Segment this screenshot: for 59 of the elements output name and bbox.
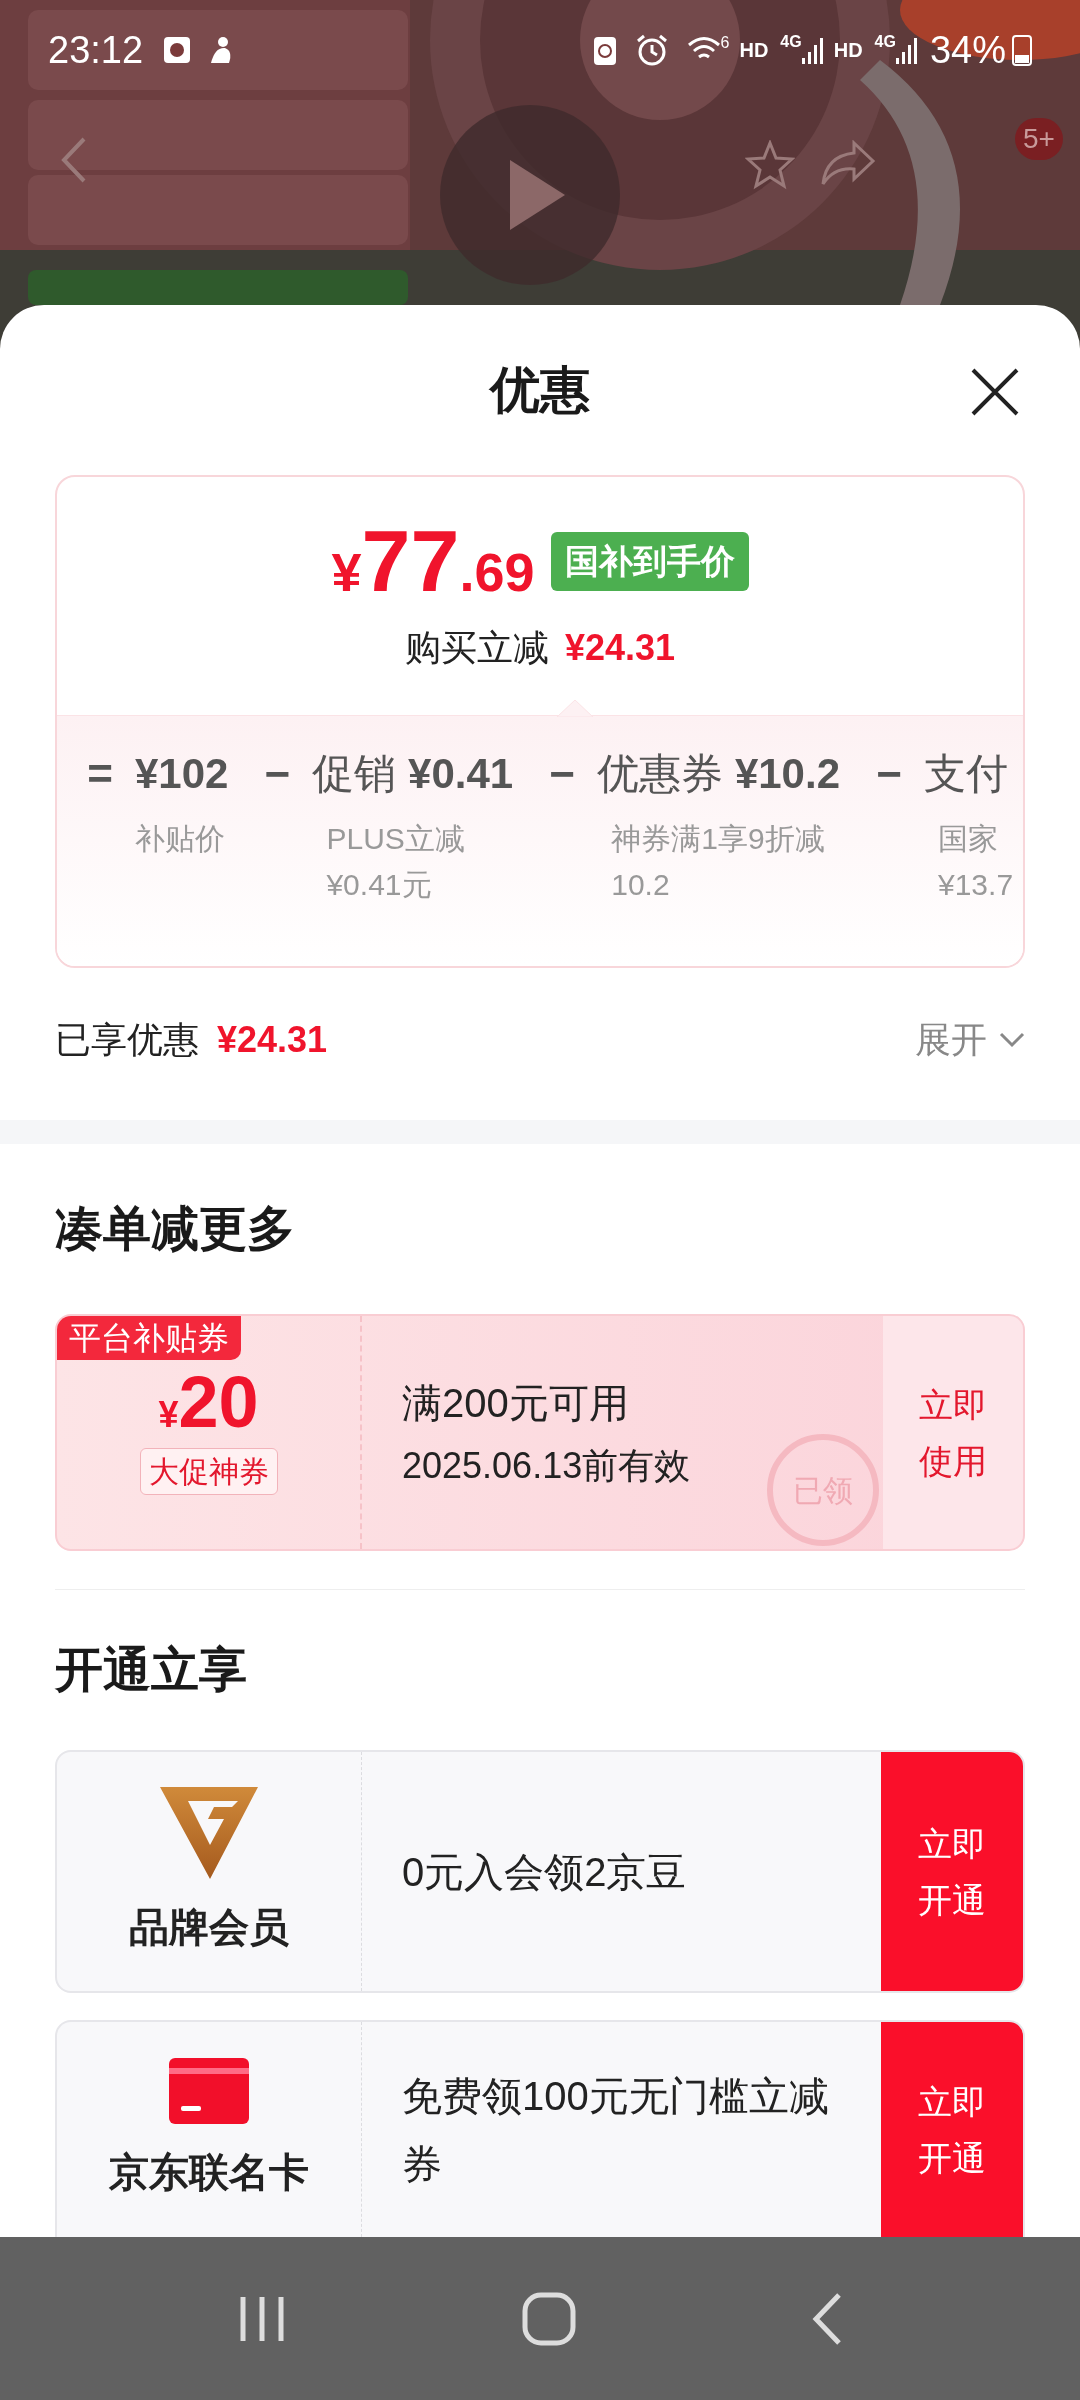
bank-card-icon	[169, 2057, 249, 2124]
signal-icon	[895, 36, 918, 64]
back-icon[interactable]	[810, 2291, 843, 2346]
breakdown-amount: ¥102	[135, 749, 229, 799]
battery-percent: 34%	[929, 27, 1006, 73]
discount-label: 已享优惠	[55, 1018, 199, 1062]
coupon-tag: 平台补贴券	[57, 1316, 241, 1360]
breakdown-note: 神券满1享9折减	[611, 821, 826, 857]
operator-sign: −	[548, 748, 577, 800]
breakdown-note: ¥0.41元	[326, 867, 433, 903]
breakdown-amount: 支付	[924, 749, 1009, 799]
battery-saver-icon	[592, 34, 617, 66]
home-icon[interactable]	[522, 2291, 576, 2346]
coupon-value: ¥20	[158, 1366, 259, 1438]
star-icon[interactable]	[745, 140, 795, 190]
final-price: ¥77.69	[331, 517, 535, 605]
saving-label: 购买立减	[404, 626, 549, 670]
breakdown-note: 国家	[938, 821, 999, 857]
sheet-title: 优惠	[490, 360, 590, 420]
section-heading: 开通立享	[55, 1642, 247, 1698]
open-now-button[interactable]: 立即开通	[881, 2022, 1023, 2237]
open-now-button[interactable]: 立即开通	[881, 1752, 1023, 1991]
alarm-icon	[634, 33, 669, 67]
network-label: 4G	[874, 32, 896, 52]
coupon-condition: 满200元可用	[402, 1379, 629, 1427]
operator-sign: −	[875, 748, 903, 800]
clock-time: 23:12	[48, 27, 144, 73]
operator-sign: −	[263, 748, 292, 800]
discount-amount: ¥24.31	[217, 1018, 328, 1062]
breakdown-amount: 优惠券 ¥10.2	[597, 749, 840, 799]
subsidy-tag: 国补到手价	[550, 531, 749, 591]
breakdown-amount: 促销 ¥0.41	[312, 749, 514, 799]
expand-button[interactable]: 展开	[915, 1013, 1025, 1067]
breakdown-note: PLUS立减	[326, 821, 466, 857]
coupon-type-tag: 大促神券	[139, 1448, 278, 1495]
v-logo-icon	[160, 1786, 258, 1879]
share-icon[interactable]	[820, 140, 876, 186]
breakdown-note: ¥13.7	[938, 867, 1014, 903]
close-icon[interactable]	[970, 367, 1020, 417]
breakdown-note: 补贴价	[135, 821, 226, 857]
use-now-button[interactable]: 立即使用	[883, 1316, 1023, 1549]
section-heading: 凑单减更多	[55, 1201, 295, 1257]
saving-amount: ¥24.31	[564, 626, 676, 670]
gallery-icon	[163, 36, 192, 64]
signal-icon	[801, 36, 824, 64]
back-icon[interactable]	[60, 135, 88, 185]
offer-text: 免费领100元无门槛立减券	[402, 2072, 830, 2188]
offer-name: 京东联名卡	[109, 2148, 309, 2196]
offer-text: 0元入会领2京豆	[402, 1848, 687, 1896]
wifi-label: 6	[720, 33, 730, 53]
breakdown-note: 10.2	[611, 867, 671, 903]
offer-name: 品牌会员	[129, 1903, 289, 1951]
hd-label: HD	[739, 38, 769, 63]
battery-icon	[1012, 34, 1032, 66]
network-label: 4G	[780, 32, 802, 52]
operator-sign: =	[86, 748, 114, 800]
play-icon[interactable]	[440, 105, 620, 285]
coupon-validity: 2025.06.13前有效	[402, 1443, 691, 1488]
hd-label: HD	[833, 38, 863, 63]
